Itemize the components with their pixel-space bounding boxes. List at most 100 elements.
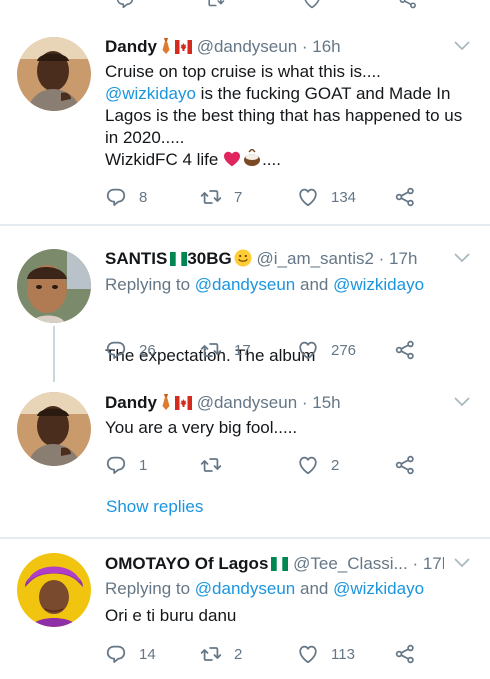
retweet-icon[interactable] xyxy=(205,0,225,10)
retweet-icon xyxy=(200,643,222,665)
tie-emoji-icon xyxy=(160,38,172,54)
retweet-icon xyxy=(200,186,222,208)
handle[interactable]: @Tee_Classi... xyxy=(293,554,408,573)
retweet-icon xyxy=(200,454,222,476)
chevron-down-icon[interactable] xyxy=(454,253,470,263)
chevron-down-icon[interactable] xyxy=(454,558,470,568)
avatar[interactable] xyxy=(17,392,91,466)
tweet-text: You are a very big fool..... xyxy=(105,418,298,437)
share-icon xyxy=(394,643,416,665)
canada-flag-icon xyxy=(175,396,192,410)
handle[interactable]: @dandyseun xyxy=(197,37,297,56)
share-icon xyxy=(394,339,416,361)
like-button[interactable]: 2 xyxy=(297,452,339,478)
reply-count: 8 xyxy=(139,188,148,206)
retweet-button[interactable] xyxy=(200,452,234,478)
reply-icon xyxy=(105,186,127,208)
reply-button[interactable]: 1 xyxy=(105,452,147,478)
tweet-text: Cruise on top cruise is what this is....… xyxy=(105,62,463,169)
tweet[interactable]: OMOTAYO Of Lagos @Tee_Classi... · 17h Re… xyxy=(0,539,490,679)
show-replies-link[interactable]: Show replies xyxy=(106,496,203,518)
like-icon xyxy=(297,643,319,665)
reply-button[interactable]: 14 xyxy=(105,641,156,667)
handle[interactable]: @dandyseun xyxy=(197,393,297,412)
like-button[interactable]: 113 xyxy=(297,641,355,667)
retweet-button[interactable]: 17 xyxy=(200,337,251,363)
like-button[interactable]: 276 xyxy=(297,337,356,363)
mention-link[interactable]: @dandyseun xyxy=(195,579,295,598)
timestamp[interactable]: · 15h xyxy=(302,393,341,412)
reply-icon xyxy=(105,339,127,361)
display-name[interactable]: OMOTAYO Of Lagos xyxy=(105,554,268,573)
tweet-text: Ori e ti buru danu xyxy=(105,606,237,625)
like-count: 276 xyxy=(331,341,357,359)
display-name[interactable]: Dandy xyxy=(105,37,157,56)
replying-to: Replying to @dandyseun and @wizkidayo xyxy=(105,275,425,294)
thread-line xyxy=(53,326,55,382)
mention-link[interactable]: @wizkidayo xyxy=(333,579,424,598)
chevron-down-icon[interactable] xyxy=(454,397,470,407)
like-button[interactable]: 134 xyxy=(297,184,356,210)
previous-tweet-actions xyxy=(0,0,490,14)
like-count: 134 xyxy=(331,188,357,206)
mention-link[interactable]: @wizkidayo xyxy=(105,84,196,103)
timestamp[interactable]: · 17h xyxy=(412,554,444,573)
reply-icon[interactable] xyxy=(115,0,135,10)
tweet[interactable]: SANTIS 30BG @i_am_santis2 · 17h Replying … xyxy=(0,226,490,382)
coconut-emoji-icon xyxy=(244,147,261,166)
tweet-header: OMOTAYO Of Lagos @Tee_Classi... · 17h xyxy=(105,553,444,575)
avatar[interactable] xyxy=(17,553,91,627)
avatar[interactable] xyxy=(17,37,91,111)
tweet-header: SANTIS 30BG @i_am_santis2 · 17h xyxy=(105,248,444,270)
like-icon xyxy=(297,339,319,361)
like-count: 2 xyxy=(331,456,340,474)
reply-count: 26 xyxy=(139,341,156,359)
retweet-count: 17 xyxy=(234,341,251,359)
tweet[interactable]: Dandy @dandyseun · 15h You are a very bi… xyxy=(0,382,490,538)
display-name[interactable]: Dandy xyxy=(105,393,157,412)
retweet-count: 7 xyxy=(234,188,243,206)
tweet-header: Dandy @dandyseun · 16h xyxy=(105,36,444,58)
mention-link[interactable]: @wizkidayo xyxy=(333,275,424,294)
handle[interactable]: @i_am_santis2 xyxy=(257,249,374,268)
share-button[interactable] xyxy=(394,337,416,363)
chevron-down-icon[interactable] xyxy=(454,41,470,51)
tweet-actions: 26 17 276 xyxy=(105,337,435,363)
retweet-icon xyxy=(200,339,222,361)
smiley-emoji-icon xyxy=(234,249,252,267)
tweet-header: Dandy @dandyseun · 15h xyxy=(105,392,444,414)
share-button[interactable] xyxy=(394,641,416,667)
like-count: 113 xyxy=(331,645,355,663)
canada-flag-icon xyxy=(175,40,192,54)
retweet-count: 2 xyxy=(234,645,243,663)
nigeria-flag-icon xyxy=(271,557,288,571)
like-icon xyxy=(297,186,319,208)
reply-icon xyxy=(105,643,127,665)
tweet-actions: 14 2 113 xyxy=(105,641,435,667)
mention-link[interactable]: @dandyseun xyxy=(195,275,295,294)
share-icon xyxy=(394,454,416,476)
share-button[interactable] xyxy=(394,452,416,478)
retweet-button[interactable]: 7 xyxy=(200,184,242,210)
tie-emoji-icon xyxy=(160,394,172,410)
display-name[interactable]: SANTIS 30BG xyxy=(105,249,252,268)
red-heart-emoji-icon xyxy=(224,151,241,167)
like-icon[interactable] xyxy=(302,0,322,10)
reply-button[interactable]: 26 xyxy=(105,337,156,363)
retweet-button[interactable]: 2 xyxy=(200,641,242,667)
tweet-actions: 1 2 xyxy=(105,452,435,478)
replying-to: Replying to @dandyseun and @wizkidayo xyxy=(105,579,425,598)
share-button[interactable] xyxy=(394,184,416,210)
timestamp[interactable]: · 16h xyxy=(302,37,341,56)
share-icon[interactable] xyxy=(398,0,418,10)
reply-count: 1 xyxy=(139,456,148,474)
avatar[interactable] xyxy=(17,249,91,323)
reply-button[interactable]: 8 xyxy=(105,184,147,210)
like-icon xyxy=(297,454,319,476)
share-icon xyxy=(394,186,416,208)
tweet[interactable]: Dandy @dandyseun · 16h Cruise on top cru… xyxy=(0,24,490,224)
tweet-actions: 8 7 134 xyxy=(105,184,435,210)
tweet-text-line: is the fucking GOAT and Made In xyxy=(195,84,451,103)
timestamp[interactable]: · 17h xyxy=(379,249,418,268)
reply-count: 14 xyxy=(139,645,156,663)
